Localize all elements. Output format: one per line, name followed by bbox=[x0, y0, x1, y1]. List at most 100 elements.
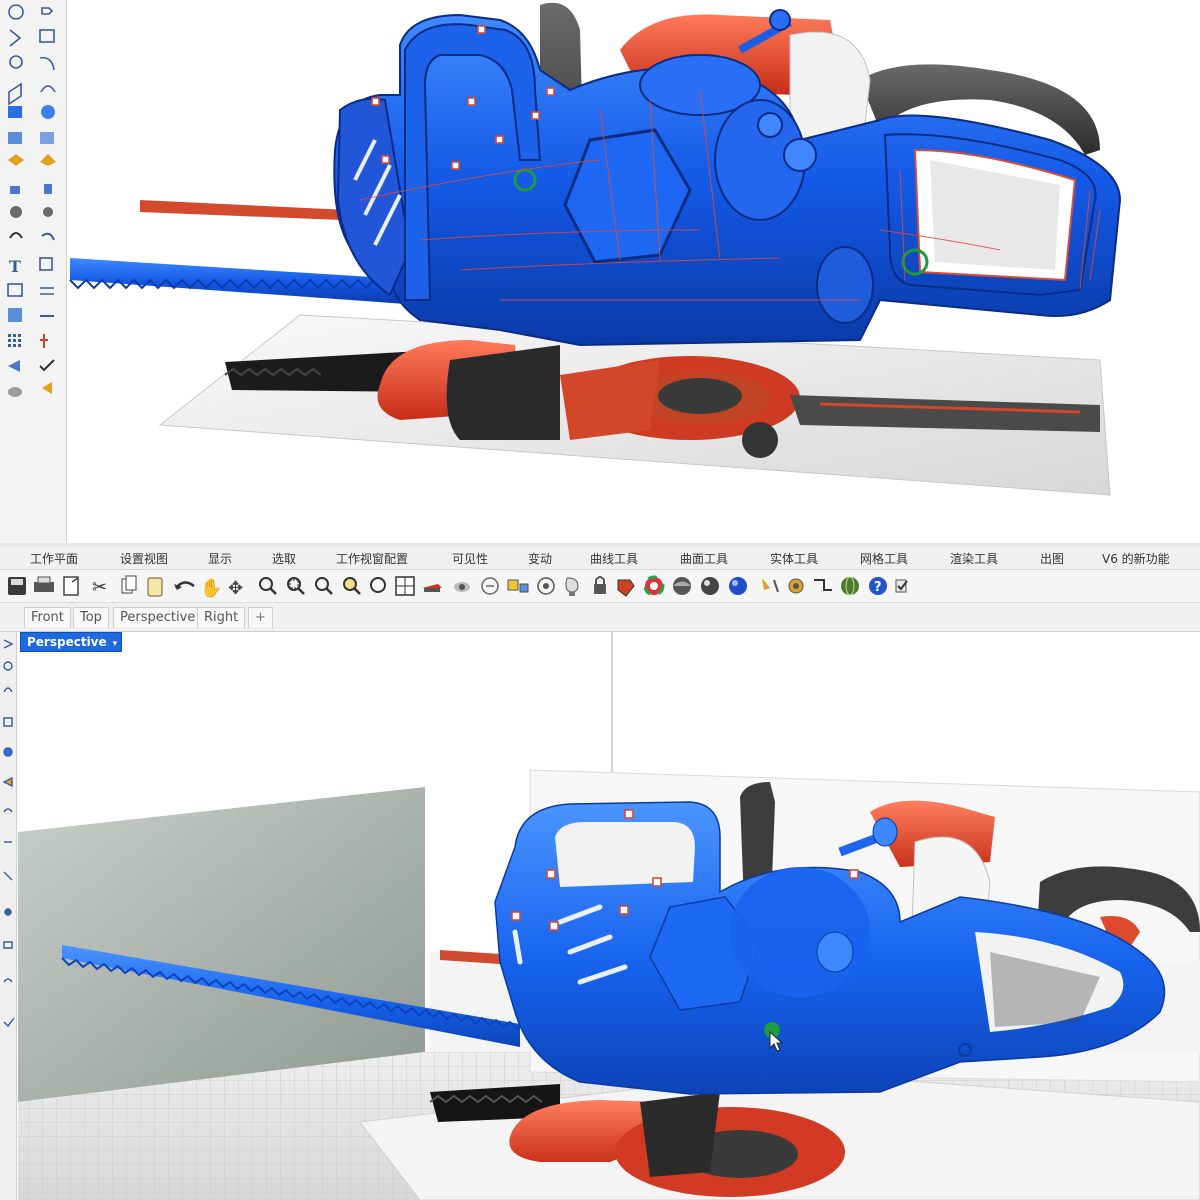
tab-perspective[interactable]: Perspective bbox=[113, 607, 203, 628]
mesh-icon bbox=[40, 132, 54, 144]
text-icon bbox=[10, 206, 22, 218]
group-icon bbox=[39, 257, 53, 271]
circle-icon bbox=[3, 661, 13, 671]
rotate-view-icon[interactable] bbox=[370, 577, 386, 593]
fillet-icon bbox=[44, 184, 52, 194]
tab-front[interactable]: Front bbox=[24, 607, 71, 628]
menu-tab-cplane[interactable]: 工作平面 bbox=[30, 550, 78, 567]
perspective-viewport[interactable] bbox=[0, 632, 1200, 1200]
polyline-icon bbox=[9, 29, 22, 47]
set-cplane-icon[interactable] bbox=[422, 584, 442, 592]
menu-tab-select[interactable]: 选取 bbox=[272, 550, 296, 567]
viewport-side-toolbar bbox=[0, 632, 17, 1200]
transform-icon bbox=[3, 871, 13, 881]
trim-icon bbox=[8, 154, 24, 166]
svg-text:?: ? bbox=[874, 580, 882, 595]
zoom-extents-icon[interactable] bbox=[315, 577, 333, 595]
sphere-icon bbox=[41, 105, 55, 119]
render-icon bbox=[40, 334, 48, 348]
menu-tab-solid-tools[interactable]: 实体工具 bbox=[770, 550, 818, 567]
grid-icon bbox=[8, 334, 21, 347]
split-icon bbox=[40, 154, 56, 166]
svg-text:✂: ✂ bbox=[92, 577, 107, 598]
menu-tab-whats-new[interactable]: V6 的新功能 bbox=[1102, 550, 1170, 567]
show-objects-icon[interactable] bbox=[454, 582, 470, 592]
join-icon bbox=[3, 978, 13, 983]
viewport-title-label[interactable]: Perspective ▾ bbox=[20, 632, 123, 653]
analyze-icon bbox=[7, 283, 23, 297]
print-icon[interactable] bbox=[34, 576, 54, 592]
transform-icon bbox=[8, 308, 22, 322]
curve-icon bbox=[3, 687, 13, 693]
circle-icon bbox=[8, 4, 24, 20]
text-tool-icon: T bbox=[9, 257, 21, 276]
help-icon[interactable]: ? bbox=[869, 577, 887, 595]
side-toolbar-icons bbox=[2, 639, 15, 1028]
undo-icon[interactable] bbox=[174, 581, 195, 590]
menu-tab-mesh-tools[interactable]: 网格工具 bbox=[860, 550, 908, 567]
surface-icon bbox=[8, 82, 22, 106]
chevron-down-icon[interactable]: ▾ bbox=[113, 635, 118, 653]
grasshopper-icon[interactable] bbox=[814, 579, 832, 591]
menu-tab-display[interactable]: 显示 bbox=[208, 550, 232, 567]
viewport-title-text: Perspective bbox=[27, 635, 107, 649]
menu-tab-transform[interactable]: 变动 bbox=[528, 550, 552, 567]
lights-icon[interactable] bbox=[565, 577, 579, 596]
color-wheel-icon[interactable] bbox=[643, 575, 665, 597]
save-icon[interactable] bbox=[8, 577, 26, 595]
main-toolbar: ✂ ✋ ✥ ? bbox=[0, 570, 1200, 603]
palette-icons: T bbox=[7, 4, 56, 397]
hide-objects-icon[interactable] bbox=[481, 577, 499, 595]
svg-text:✥: ✥ bbox=[228, 578, 243, 599]
options-gear-icon[interactable] bbox=[788, 578, 804, 594]
polyline-icon bbox=[3, 639, 14, 649]
layer-icon bbox=[8, 360, 20, 372]
layer-icon[interactable] bbox=[537, 577, 555, 595]
render-sphere-icon[interactable] bbox=[729, 577, 747, 595]
paste-icon[interactable] bbox=[147, 577, 163, 597]
top-viewport[interactable]: T bbox=[0, 0, 1200, 545]
lock-icon[interactable] bbox=[594, 576, 606, 594]
box-icon bbox=[8, 106, 22, 118]
dimension-icon[interactable] bbox=[762, 578, 779, 593]
globe-icon[interactable] bbox=[841, 576, 859, 596]
curve-icon bbox=[39, 56, 55, 71]
tool-palette: T bbox=[0, 0, 67, 545]
point-icon bbox=[4, 908, 12, 916]
tab-right[interactable]: Right bbox=[197, 607, 246, 628]
cut-icon[interactable]: ✂ bbox=[92, 577, 107, 598]
svg-text:✋: ✋ bbox=[200, 577, 222, 599]
move-view-icon[interactable]: ✥ bbox=[228, 578, 243, 599]
zoom-window-icon[interactable] bbox=[287, 577, 305, 595]
shaded-sphere-icon[interactable] bbox=[673, 577, 691, 595]
tab-top[interactable]: Top bbox=[73, 607, 109, 628]
trim-icon bbox=[2, 776, 13, 788]
array-icon bbox=[43, 207, 53, 217]
hedge-trimmer-render bbox=[69, 2, 1122, 496]
add-view-tab-button[interactable]: + bbox=[248, 607, 273, 628]
rendered-sphere-icon[interactable] bbox=[701, 577, 719, 595]
menu-tab-render-tools[interactable]: 渲染工具 bbox=[950, 550, 998, 567]
pan-hand-icon[interactable]: ✋ bbox=[200, 577, 222, 599]
import-icon[interactable] bbox=[63, 576, 79, 596]
viewport-scene bbox=[18, 632, 1200, 1200]
extrude-icon bbox=[40, 85, 56, 93]
lock-objects-icon[interactable] bbox=[507, 579, 529, 593]
check-icon[interactable] bbox=[895, 579, 908, 593]
four-viewports-icon[interactable] bbox=[395, 576, 415, 596]
menu-tab-visibility[interactable]: 可见性 bbox=[452, 550, 488, 567]
circle-tool-icon bbox=[9, 55, 23, 69]
menu-tab-viewport-layout[interactable]: 工作视窗配置 bbox=[336, 550, 408, 567]
zoom-icon[interactable] bbox=[259, 577, 277, 595]
menu-tab-set-view[interactable]: 设置视图 bbox=[120, 550, 168, 567]
paint-icon bbox=[8, 387, 22, 397]
menu-tab-drafting[interactable]: 出图 bbox=[1040, 550, 1064, 567]
view-tab-bar: Front Top Perspective Right + bbox=[0, 603, 1200, 632]
copy-icon[interactable] bbox=[121, 575, 137, 594]
menu-tab-curve-tools[interactable]: 曲线工具 bbox=[590, 550, 638, 567]
material-icon[interactable] bbox=[617, 579, 635, 597]
dimension-icon bbox=[40, 287, 54, 295]
menu-tab-surface-tools[interactable]: 曲面工具 bbox=[680, 550, 728, 567]
lights-icon bbox=[42, 382, 52, 394]
zoom-selected-icon[interactable] bbox=[343, 577, 361, 595]
